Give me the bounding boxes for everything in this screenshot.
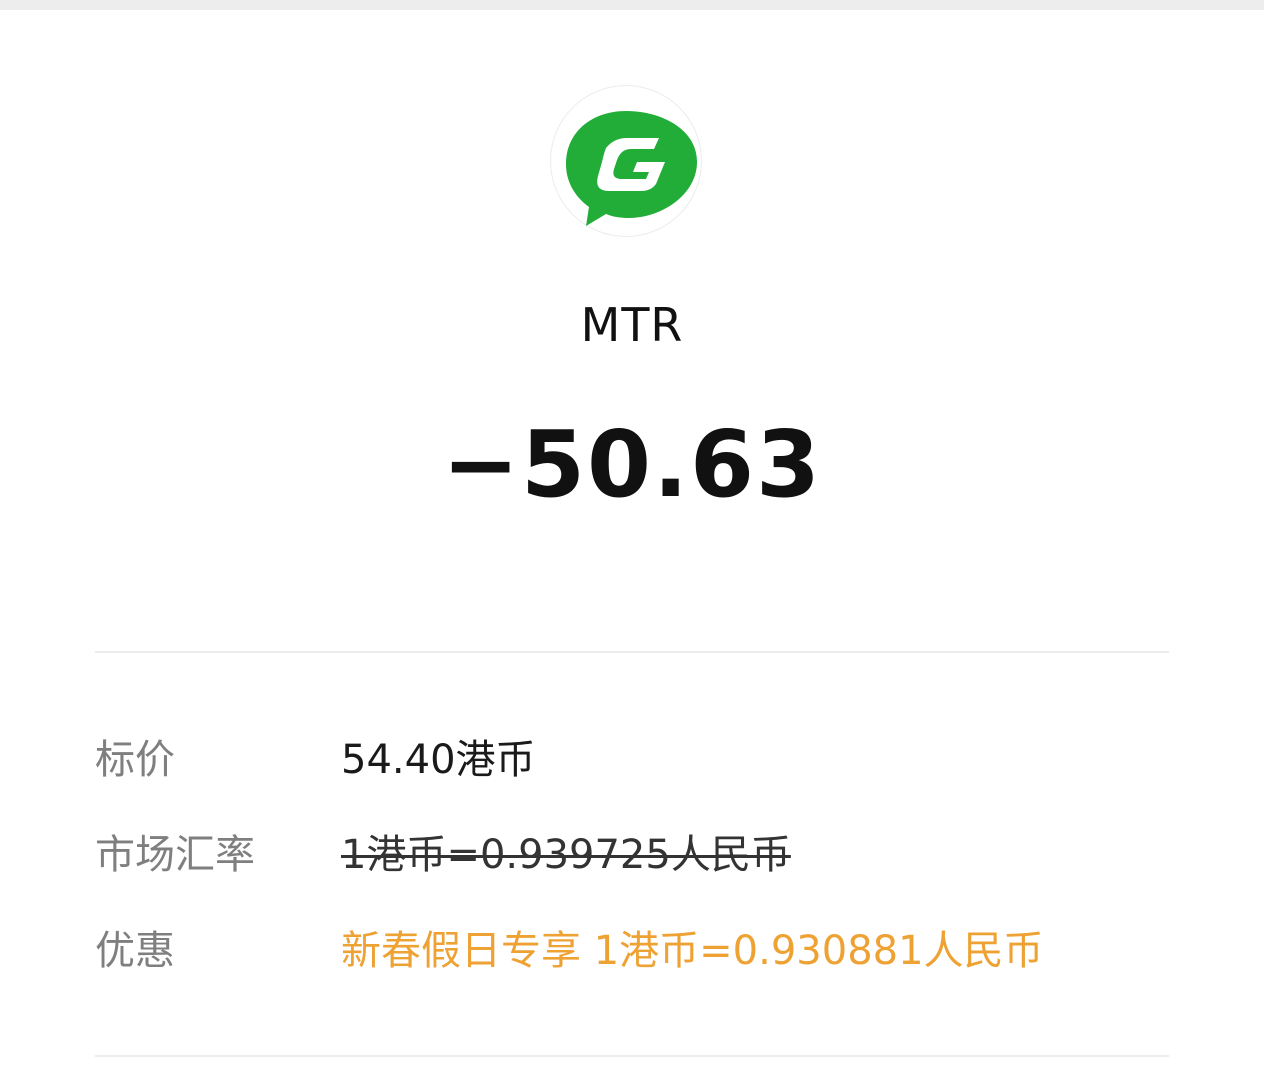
detail-row-discount: 优惠 新春假日专享 1港币=0.930881人民币 (95, 921, 1169, 981)
detail-row-list-price: 标价 54.40港币 (95, 730, 1169, 790)
detail-row-market-rate: 市场汇率 1港币=0.939725人民币 (95, 825, 1169, 885)
top-status-strip (0, 0, 1264, 10)
market-rate-label: 市场汇率 (95, 832, 255, 878)
discount-label: 优惠 (95, 928, 175, 974)
divider-top (95, 651, 1169, 653)
market-rate-value: 1港币=0.939725人民币 (341, 832, 791, 878)
merchant-name: MTR (580, 298, 684, 352)
discount-value: 新春假日专享 1港币=0.930881人民币 (341, 928, 1044, 974)
merchant-logo (551, 86, 701, 236)
transaction-amount: −50.63 (441, 411, 823, 518)
list-price-label: 标价 (95, 737, 175, 783)
divider-bottom (95, 1055, 1169, 1057)
green-g-chat-bubble-icon (566, 111, 697, 226)
list-price-value: 54.40港币 (341, 737, 536, 783)
